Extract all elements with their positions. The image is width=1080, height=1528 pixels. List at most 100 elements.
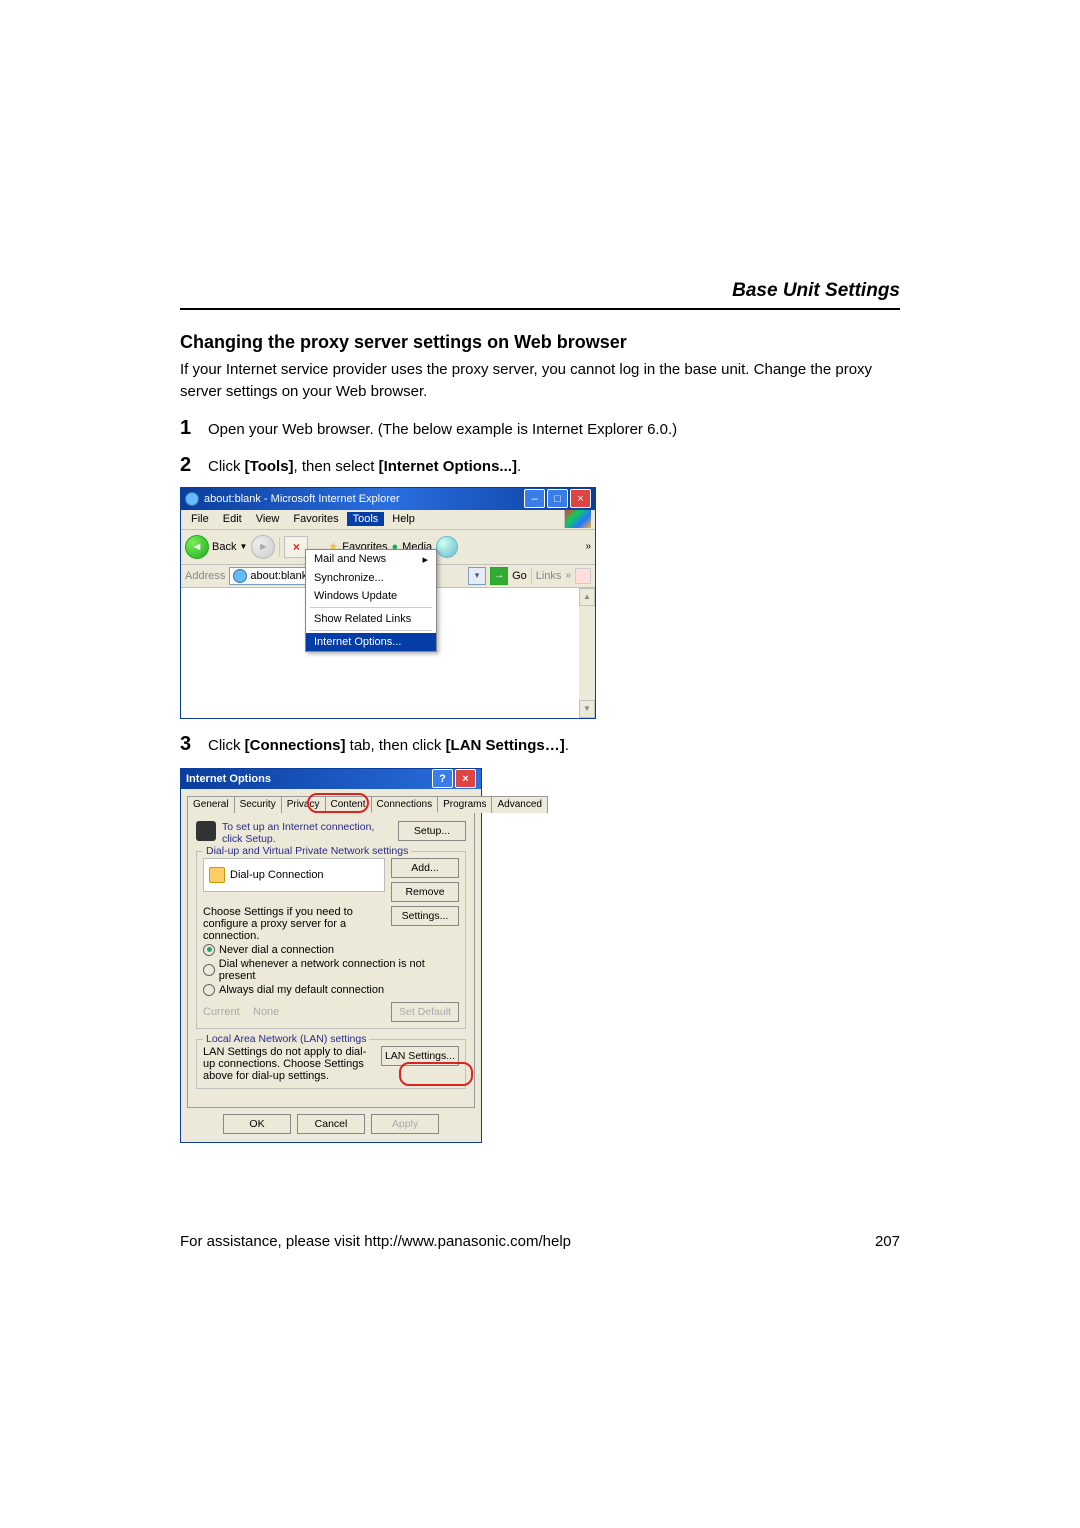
step-2-post: . xyxy=(517,458,521,475)
menu-view[interactable]: View xyxy=(250,512,286,526)
links-label[interactable]: Links xyxy=(536,570,562,582)
tools-mail-news[interactable]: Mail and News▸ xyxy=(306,550,436,569)
remove-button[interactable]: Remove xyxy=(391,882,459,902)
step-2-bold1: [Tools] xyxy=(245,458,294,475)
step-3-post: . xyxy=(565,737,569,754)
setup-button[interactable]: Setup... xyxy=(398,821,466,841)
setup-text: To set up an Internet connection, click … xyxy=(222,821,392,845)
radio-always-dial[interactable]: Always dial my default connection xyxy=(203,984,459,996)
dialup-list[interactable]: Dial-up Connection xyxy=(203,858,385,892)
toolbar-icon[interactable] xyxy=(575,568,591,584)
menu-separator xyxy=(310,607,432,608)
step-1-text: Open your Web browser. (The below exampl… xyxy=(208,421,677,438)
history-icon[interactable] xyxy=(436,536,458,558)
help-button[interactable]: ? xyxy=(432,769,453,788)
current-label: Current xyxy=(203,1006,253,1018)
tab-privacy[interactable]: Privacy xyxy=(281,796,326,813)
ie-titlebar: about:blank - Microsoft Internet Explore… xyxy=(181,488,595,510)
tab-content[interactable]: Content xyxy=(325,796,372,813)
tab-connections[interactable]: Connections xyxy=(371,796,439,813)
step-2-bold2: [Internet Options...] xyxy=(379,458,517,475)
step-2-pre: Click xyxy=(208,458,245,475)
intro-text: If your Internet service provider uses t… xyxy=(180,359,900,403)
menu-favorites[interactable]: Favorites xyxy=(287,512,344,526)
step-2: 2 Click [Tools], then select [Internet O… xyxy=(180,454,900,477)
add-button[interactable]: Add... xyxy=(391,858,459,878)
step-3-pre: Click xyxy=(208,737,245,754)
address-history-icon[interactable]: ▾ xyxy=(468,567,486,585)
tools-windows-update[interactable]: Windows Update xyxy=(306,587,436,605)
ok-button[interactable]: OK xyxy=(223,1114,291,1134)
maximize-button[interactable]: □ xyxy=(547,489,568,508)
radio-dial-when-no-net[interactable]: Dial whenever a network connection is no… xyxy=(203,958,459,982)
page-icon xyxy=(233,569,247,583)
step-2-number: 2 xyxy=(180,454,198,477)
address-value: about:blank xyxy=(250,570,307,582)
lan-fieldset: Local Area Network (LAN) settings LAN Se… xyxy=(196,1039,466,1089)
menu-tools[interactable]: Tools xyxy=(347,512,385,526)
page-footer: For assistance, please visit http://www.… xyxy=(180,1233,900,1250)
scroll-down-icon[interactable]: ▼ xyxy=(579,700,595,718)
step-3-number: 3 xyxy=(180,733,198,756)
menu-help[interactable]: Help xyxy=(386,512,421,526)
menu-edit[interactable]: Edit xyxy=(217,512,248,526)
cancel-button[interactable]: Cancel xyxy=(297,1114,365,1134)
ie-window: about:blank - Microsoft Internet Explore… xyxy=(180,487,596,719)
dialup-fieldset: Dial-up and Virtual Private Network sett… xyxy=(196,851,466,1029)
step-2-mid: , then select xyxy=(294,458,379,475)
dialup-item: Dial-up Connection xyxy=(230,869,324,881)
step-3: 3 Click [Connections] tab, then click [L… xyxy=(180,733,900,756)
lan-text: LAN Settings do not apply to dial-up con… xyxy=(203,1046,375,1082)
tab-advanced[interactable]: Advanced xyxy=(491,796,547,813)
tools-synchronize[interactable]: Synchronize... xyxy=(306,569,436,587)
settings-button[interactable]: Settings... xyxy=(391,906,459,926)
menu-separator xyxy=(310,630,432,631)
ie-menubar: File Edit View Favorites Tools Help xyxy=(181,510,595,530)
lan-settings-button[interactable]: LAN Settings... xyxy=(381,1046,459,1066)
go-button[interactable]: → xyxy=(490,567,508,585)
go-label: Go xyxy=(512,570,527,582)
footer-text: For assistance, please visit http://www.… xyxy=(180,1233,571,1250)
dialup-icon xyxy=(209,867,225,883)
step-2-text: Click [Tools], then select [Internet Opt… xyxy=(208,458,521,475)
forward-button[interactable]: ► xyxy=(251,535,275,559)
back-label: Back xyxy=(212,541,236,553)
close-button[interactable]: × xyxy=(570,489,591,508)
ie-icon xyxy=(185,492,199,506)
lan-legend: Local Area Network (LAN) settings xyxy=(203,1033,369,1045)
step-3-bold1: [Connections] xyxy=(245,737,346,754)
ie-scrollbar[interactable]: ▲ ▼ xyxy=(579,588,595,718)
dialup-legend: Dial-up and Virtual Private Network sett… xyxy=(203,845,411,857)
radio-never-dial[interactable]: Never dial a connection xyxy=(203,944,459,956)
tab-general[interactable]: General xyxy=(187,796,235,813)
io-close-button[interactable]: × xyxy=(455,769,476,788)
io-titlebar: Internet Options ? × xyxy=(181,769,481,789)
minimize-button[interactable]: – xyxy=(524,489,545,508)
tab-programs[interactable]: Programs xyxy=(437,796,492,813)
set-default-button: Set Default xyxy=(391,1002,459,1022)
radio-on-icon xyxy=(203,944,215,956)
io-tabs: General Security Privacy Content Connect… xyxy=(181,789,481,812)
scroll-up-icon[interactable]: ▲ xyxy=(579,588,595,606)
back-arrow-icon: ◄ xyxy=(185,535,209,559)
section-title: Changing the proxy server settings on We… xyxy=(180,332,900,353)
back-button[interactable]: ◄ Back ▼ xyxy=(185,535,247,559)
tools-internet-options[interactable]: Internet Options... xyxy=(306,633,436,651)
io-title-text: Internet Options xyxy=(186,773,271,785)
io-connections-pane: To set up an Internet connection, click … xyxy=(187,812,475,1108)
current-value: None xyxy=(253,1006,279,1018)
internet-options-dialog: Internet Options ? × General Security Pr… xyxy=(180,768,482,1143)
tools-related-links[interactable]: Show Related Links xyxy=(306,610,436,628)
step-3-bold2: [LAN Settings…] xyxy=(446,737,565,754)
page-header: Base Unit Settings xyxy=(180,280,900,310)
tab-security[interactable]: Security xyxy=(234,796,282,813)
step-3-mid: tab, then click xyxy=(346,737,446,754)
radio-off-icon xyxy=(203,964,215,976)
proxy-text: Choose Settings if you need to configure… xyxy=(203,906,385,942)
page-number: 207 xyxy=(875,1233,900,1250)
ie-title-text: about:blank - Microsoft Internet Explore… xyxy=(204,493,400,505)
globe-wizard-icon xyxy=(196,821,216,841)
ie-flag-icon xyxy=(564,510,591,528)
menu-file[interactable]: File xyxy=(185,512,215,526)
tools-dropdown-menu: Mail and News▸ Synchronize... Windows Up… xyxy=(305,549,437,652)
